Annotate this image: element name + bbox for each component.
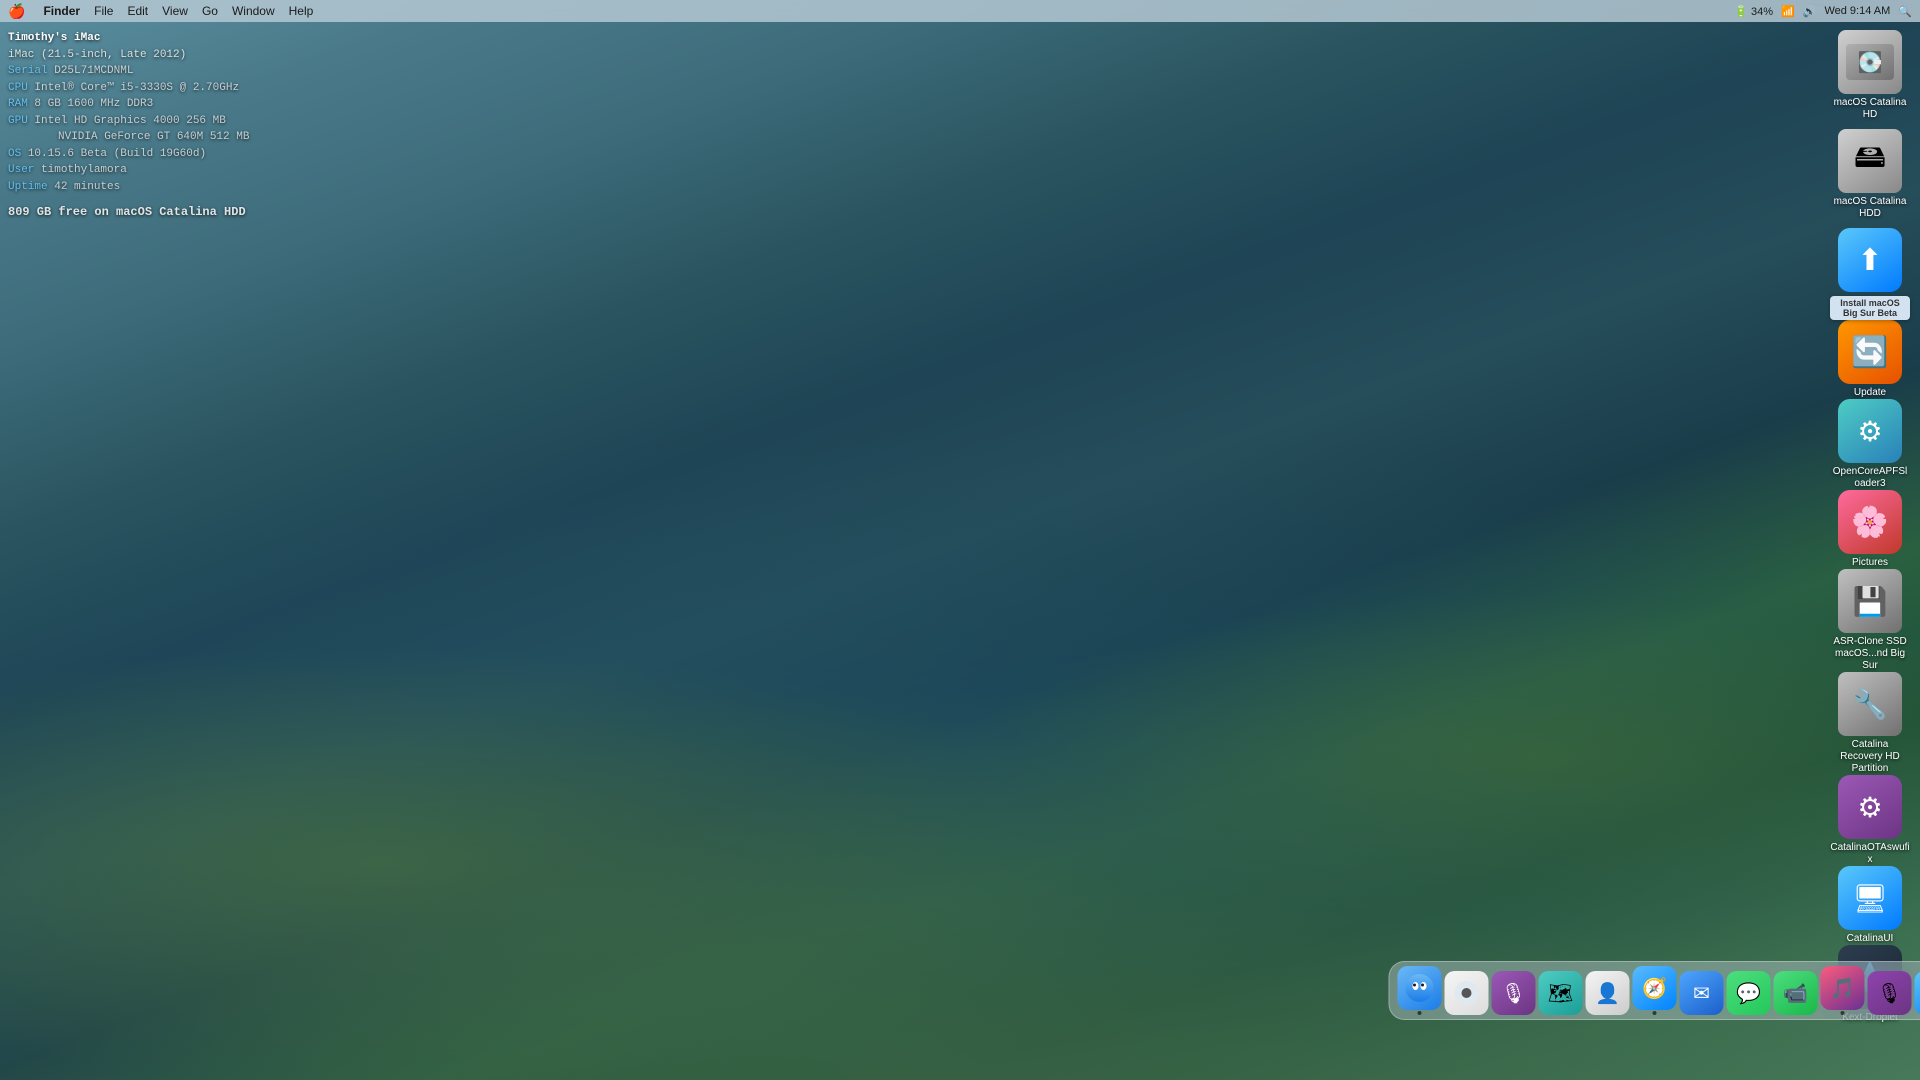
menubar-left: 🍎 Finder File Edit View Go Window Help (8, 3, 313, 20)
sysinfo-model: iMac (21.5-inch, Late 2012) (8, 47, 249, 64)
desktop-icon-label-recovery: Catalina Recovery HD Partition (1830, 739, 1910, 775)
dock-item-finder[interactable] (1398, 966, 1442, 1015)
menubar-window[interactable]: Window (232, 4, 275, 18)
desktop-icon-label-catalina-hdd: macOS Catalina HDD (1830, 196, 1910, 220)
desktop-icon-label-update: Update (1854, 387, 1886, 399)
desktop-icon-asr-clone[interactable]: 💾 ASR-Clone SSD macOS...nd Big Sur (1830, 569, 1910, 672)
install-banner: Install macOS Big Sur Beta (1830, 296, 1910, 320)
menubar-file[interactable]: File (94, 4, 113, 18)
sysinfo-ram: RAM 8 GB 1600 MHz DDR3 (8, 96, 249, 113)
dock-item-safari[interactable]: 🧭 (1633, 966, 1677, 1015)
menubar-battery: 🔋 34% (1734, 5, 1773, 18)
desktop-icon-label-catalinaota: CatalinaOTAswufix (1830, 842, 1910, 866)
dock-item-maps[interactable]: 🗺 (1539, 971, 1583, 1015)
desktop-icon-catalinaota[interactable]: ⚙ CatalinaOTAswufix (1830, 775, 1910, 866)
dock-icon-messages: 💬 (1727, 971, 1771, 1015)
dock-item-siri[interactable]: 🎙 (1492, 971, 1536, 1015)
desktop-icon-label-catalina-hd: macOS Catalina HD (1830, 97, 1910, 121)
apple-menu-icon[interactable]: 🍎 (8, 3, 25, 20)
desktop-icon-update[interactable]: 🔄 Update (1830, 320, 1910, 399)
dock-item-mail[interactable]: ✉ (1680, 971, 1724, 1015)
dock-item-podcasts[interactable]: 🎙 (1868, 971, 1912, 1015)
dock-icon-siri: 🎙 (1492, 971, 1536, 1015)
menubar-time: Wed 9:14 AM (1824, 5, 1890, 17)
dock-dot-safari (1653, 1011, 1657, 1015)
dock-icon-safari: 🧭 (1633, 966, 1677, 1010)
desktop-icon-catalina-hdd[interactable]: 🖴 macOS Catalina HDD (1830, 129, 1910, 220)
desktop-icon-install-macos[interactable]: ⬆ Install macOS Big Sur Beta 🔄 Update ⚙ … (1830, 228, 1910, 1024)
dock: 🎙 🗺 👤 🧭 ✉ 💬 📹 🎵 (1389, 961, 1920, 1020)
dock-dot-finder (1418, 1011, 1422, 1015)
sysinfo-os: OS 10.15.6 Beta (Build 19G60d) (8, 146, 249, 163)
sysinfo-title: Timothy's iMac (8, 30, 249, 47)
menubar-wifi: 📶 (1781, 5, 1795, 18)
menubar-finder[interactable]: Finder (43, 4, 80, 18)
menubar-view[interactable]: View (162, 4, 188, 18)
sysinfo-user: User timothylamora (8, 162, 249, 179)
menubar: 🍎 Finder File Edit View Go Window Help 🔋… (0, 0, 1920, 22)
sysinfo-storage: 809 GB free on macOS Catalina HDD (8, 203, 249, 221)
dock-dot-music (1841, 1011, 1845, 1015)
dock-icon-finder (1398, 966, 1442, 1010)
sysinfo-gpu1: GPU Intel HD Graphics 4000 256 MB (8, 113, 249, 130)
landscape-overlay (0, 0, 1920, 1080)
desktop-icon-opencore[interactable]: ⚙ OpenCoreAPFSloader3 (1830, 399, 1910, 490)
dock-icon-maps: 🗺 (1539, 971, 1583, 1015)
sysinfo-serial: Serial D25L71MCDNML (8, 63, 249, 80)
sysinfo-cpu: CPU Intel® Core™ i5-3330S @ 2.70GHz (8, 80, 249, 97)
menubar-right: 🔋 34% 📶 🔊 Wed 9:14 AM 🔍 (1734, 5, 1912, 18)
menubar-go[interactable]: Go (202, 4, 218, 18)
desktop-icons-right: 💽 macOS Catalina HD 🖴 macOS Catalina HDD… (1830, 30, 1910, 1024)
dock-item-launchpad[interactable] (1445, 971, 1489, 1015)
dock-icon-podcasts: 🎙 (1868, 971, 1912, 1015)
dock-item-music[interactable]: 🎵 (1821, 966, 1865, 1015)
desktop-icon-catalinaui[interactable]: 🖥 CatalinaUI (1830, 866, 1910, 945)
dock-item-messages[interactable]: 💬 (1727, 971, 1771, 1015)
dock-item-facetime[interactable]: 📹 (1774, 971, 1818, 1015)
menubar-search-icon[interactable]: 🔍 (1898, 5, 1912, 18)
menubar-volume: 🔊 (1803, 5, 1817, 18)
system-info-panel: Timothy's iMac iMac (21.5-inch, Late 201… (8, 30, 249, 221)
menubar-help[interactable]: Help (289, 4, 314, 18)
dock-icon-mail: ✉ (1680, 971, 1724, 1015)
desktop-icon-recovery[interactable]: 🔧 Catalina Recovery HD Partition (1830, 672, 1910, 775)
dock-item-appstore[interactable]: A (1915, 971, 1920, 1015)
dock-icon-contacts: 👤 (1586, 971, 1630, 1015)
dock-icon-facetime: 📹 (1774, 971, 1818, 1015)
desktop-icon-label-catalinaui: CatalinaUI (1847, 933, 1894, 945)
sysinfo-gpu2: NVIDIA GeForce GT 640M 512 MB (8, 129, 249, 146)
dock-item-contacts[interactable]: 👤 (1586, 971, 1630, 1015)
dock-icon-appstore: A (1915, 971, 1920, 1015)
sysinfo-uptime: Uptime 42 minutes (8, 179, 249, 196)
menubar-edit[interactable]: Edit (127, 4, 148, 18)
desktop-icon-label-pictures: Pictures (1852, 557, 1888, 569)
desktop-icon-pictures[interactable]: 🌸 Pictures (1830, 490, 1910, 569)
desktop-icon-label-asr-clone: ASR-Clone SSD macOS...nd Big Sur (1830, 636, 1910, 672)
desktop-icon-catalina-hd[interactable]: 💽 macOS Catalina HD (1830, 30, 1910, 121)
desktop-icon-label-opencore: OpenCoreAPFSloader3 (1830, 466, 1910, 490)
dock-icon-launchpad (1445, 971, 1489, 1015)
dock-icon-music: 🎵 (1821, 966, 1865, 1010)
